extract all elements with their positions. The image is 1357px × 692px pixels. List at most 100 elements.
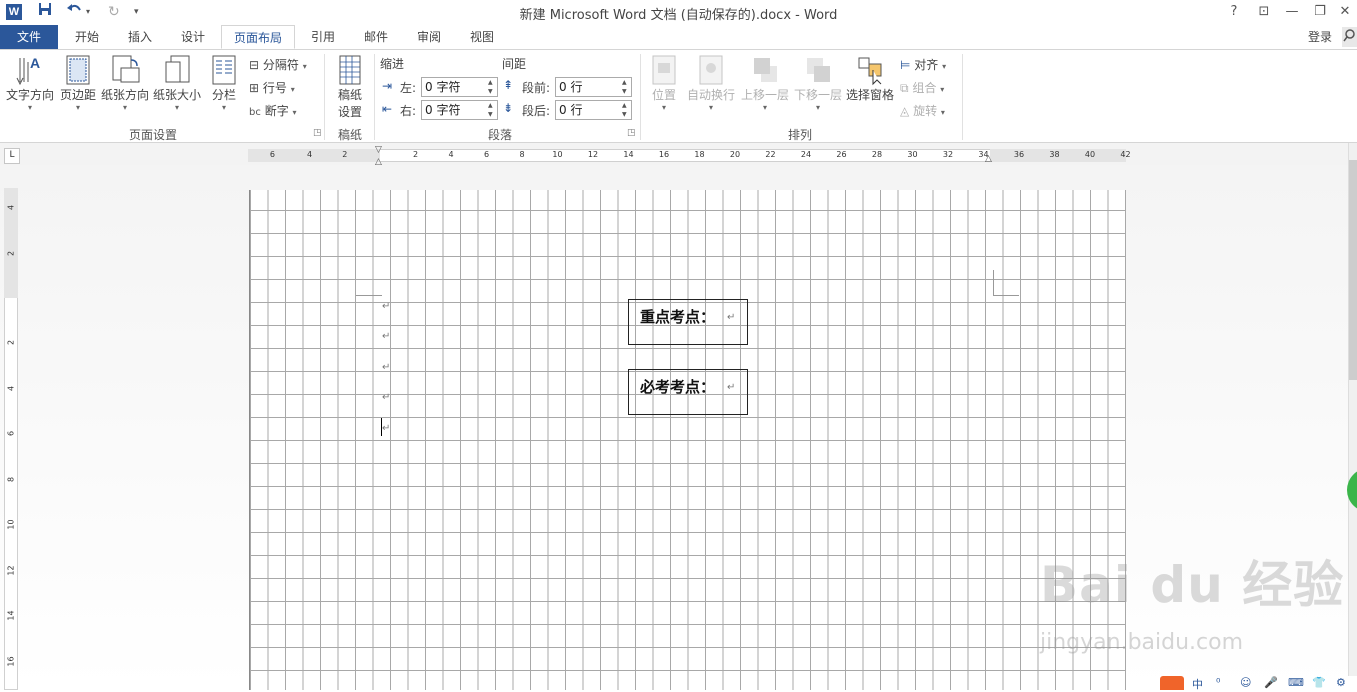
scrollbar-thumb[interactable] bbox=[1349, 160, 1357, 380]
ruler-tick-label: 12 bbox=[6, 564, 16, 576]
textbox-must-points[interactable]: 必考考点： ↵ bbox=[628, 369, 748, 415]
group-button[interactable]: ⧉ 组合 ▾ bbox=[900, 79, 944, 97]
columns-button[interactable]: 分栏 ▾ bbox=[206, 54, 242, 112]
document-page-grid[interactable] bbox=[249, 190, 1126, 690]
tab-insert[interactable]: 插入 bbox=[119, 25, 161, 49]
tab-stop-selector[interactable]: L bbox=[4, 148, 20, 164]
indent-left-input[interactable]: 0 字符 ▲ ▼ bbox=[421, 77, 498, 97]
tab-references[interactable]: 引用 bbox=[302, 25, 344, 49]
sogou-ime-icon[interactable] bbox=[1160, 676, 1184, 690]
indent-right-input[interactable]: 0 字符 ▲ ▼ bbox=[421, 100, 498, 120]
tab-file[interactable]: 文件 bbox=[0, 25, 58, 49]
ruler-tick-label: 14 bbox=[623, 150, 634, 159]
position-button[interactable]: 位置 ▾ bbox=[646, 54, 682, 112]
margins-button[interactable]: 页边距 ▾ bbox=[58, 54, 98, 112]
ime-toolbar-item[interactable]: 🎤 bbox=[1264, 676, 1278, 689]
bring-forward-button[interactable]: 上移一层 ▾ bbox=[739, 54, 791, 112]
text-direction-button[interactable]: A 文字方向 ▾ bbox=[4, 54, 56, 112]
paragraph-mark[interactable]: ↵ bbox=[382, 423, 390, 434]
breaks-label: 分隔符 bbox=[262, 58, 299, 72]
minimize-button[interactable]: — bbox=[1278, 1, 1306, 23]
page-break-icon: ⊟ bbox=[249, 58, 260, 72]
group-separator bbox=[374, 54, 375, 140]
tab-home[interactable]: 开始 bbox=[66, 25, 108, 49]
rotate-button[interactable]: ◬ 旋转 ▾ bbox=[900, 102, 945, 120]
align-button[interactable]: ⊨ 对齐 ▾ bbox=[900, 56, 946, 74]
textbox-key-points[interactable]: 重点考点： ↵ bbox=[628, 299, 748, 345]
page-setup-launcher-icon[interactable]: ◳ bbox=[313, 128, 322, 138]
ime-toolbar-item[interactable]: ⁰ bbox=[1216, 676, 1220, 689]
spinner-arrows-icon[interactable]: ▲ ▼ bbox=[488, 78, 496, 96]
manuscript-setup-label-2: 设置 bbox=[337, 105, 362, 119]
selection-pane-button[interactable]: 选择窗格 bbox=[845, 54, 895, 103]
tab-mailings[interactable]: 邮件 bbox=[355, 25, 397, 49]
margins-label: 页边距 bbox=[59, 88, 96, 102]
ruler-tick-label: 24 bbox=[800, 150, 812, 159]
chevron-down-icon: ▾ bbox=[122, 103, 127, 112]
ime-toolbar-item[interactable]: ⌨ bbox=[1288, 676, 1304, 689]
paper-size-label: 纸张大小 bbox=[152, 88, 201, 102]
paragraph-launcher-icon[interactable]: ◳ bbox=[627, 128, 636, 138]
spacing-after-label: 段后: bbox=[522, 104, 551, 118]
help-button[interactable]: ? bbox=[1220, 1, 1248, 23]
paragraph-mark[interactable]: ↵ bbox=[382, 331, 390, 342]
group-separator bbox=[962, 54, 963, 140]
ruler-tick-label: 18 bbox=[694, 150, 705, 159]
manuscript-setup-button[interactable]: 稿纸 设置 bbox=[330, 54, 370, 120]
orientation-button[interactable]: 纸张方向 ▾ bbox=[100, 54, 150, 112]
paragraph-mark[interactable]: ↵ bbox=[382, 301, 390, 312]
line-numbers-icon: ⊞ bbox=[249, 81, 260, 95]
send-backward-label: 下移一层 bbox=[793, 88, 842, 102]
ruler-tick-label: 10 bbox=[552, 150, 563, 159]
ime-toolbar-item[interactable]: ⚙ bbox=[1336, 676, 1346, 689]
wrap-text-button[interactable]: 自动换行 ▾ bbox=[684, 54, 738, 112]
hyphenation-button[interactable]: bc 断字 ▾ bbox=[249, 102, 297, 120]
search-icon[interactable] bbox=[1342, 27, 1357, 47]
ime-toolbar-item[interactable]: ☺ bbox=[1240, 676, 1251, 689]
align-label: 对齐 bbox=[914, 58, 939, 72]
tab-view[interactable]: 视图 bbox=[461, 25, 503, 49]
line-numbers-button[interactable]: ⊞ 行号 ▾ bbox=[249, 79, 295, 97]
textbox-key-points-text: 重点考点： bbox=[640, 308, 716, 326]
wrap-text-icon bbox=[697, 54, 725, 86]
spinner-arrows-icon[interactable]: ▲ ▼ bbox=[622, 78, 630, 96]
spinner-arrows-icon[interactable]: ▲ ▼ bbox=[622, 101, 630, 119]
ruler-tick-label: 20 bbox=[729, 150, 741, 159]
spacing-title: 间距 bbox=[502, 57, 527, 71]
restore-button[interactable]: ❐ bbox=[1306, 1, 1334, 23]
chevron-down-icon: ▾ bbox=[290, 85, 295, 94]
rotate-label: 旋转 bbox=[913, 104, 938, 118]
tab-page-layout[interactable]: 页面布局 bbox=[221, 25, 295, 49]
ruler-tick-label: 12 bbox=[587, 150, 599, 159]
close-button[interactable]: ✕ bbox=[1334, 1, 1356, 23]
ruler-tick-label: 40 bbox=[1084, 150, 1096, 159]
manuscript-group-label: 稿纸 bbox=[337, 128, 362, 142]
ime-toolbar-item[interactable]: 👕 bbox=[1312, 676, 1326, 689]
spacing-after-icon: ⇟ bbox=[503, 101, 514, 115]
paper-size-button[interactable]: 纸张大小 ▾ bbox=[152, 54, 202, 112]
ruler-tick-label: 42 bbox=[1120, 150, 1131, 159]
spacing-after-input[interactable]: 0 行 ▲ ▼ bbox=[555, 100, 632, 120]
breaks-button[interactable]: ⊟ 分隔符 ▾ bbox=[249, 56, 307, 74]
first-line-indent-marker[interactable]: ▽ bbox=[375, 145, 382, 155]
paragraph-mark: ↵ bbox=[727, 312, 736, 323]
chevron-down-icon: ▾ bbox=[292, 108, 297, 117]
chevron-down-icon: ▾ bbox=[942, 62, 947, 71]
indent-right-icon: ⇤ bbox=[382, 102, 393, 116]
spinner-arrows-icon[interactable]: ▲ ▼ bbox=[488, 101, 496, 119]
selection-pane-label: 选择窗格 bbox=[845, 88, 894, 102]
ruler-tick-label: 6 bbox=[269, 150, 275, 159]
group-label: 组合 bbox=[912, 81, 937, 95]
ruler-tick-label: 10 bbox=[6, 519, 16, 530]
spacing-before-input[interactable]: 0 行 ▲ ▼ bbox=[555, 77, 632, 97]
tab-review[interactable]: 审阅 bbox=[408, 25, 450, 49]
tab-design[interactable]: 设计 bbox=[172, 25, 214, 49]
paragraph-group-label: 段落 bbox=[487, 128, 512, 142]
position-label: 位置 bbox=[651, 88, 676, 102]
paragraph-mark[interactable]: ↵ bbox=[382, 392, 390, 403]
send-backward-button[interactable]: 下移一层 ▾ bbox=[792, 54, 844, 112]
ribbon-display-options-button[interactable]: ⊡ bbox=[1250, 1, 1278, 23]
login-link[interactable]: 登录 bbox=[1308, 25, 1332, 49]
group-separator bbox=[640, 54, 641, 140]
paragraph-mark[interactable]: ↵ bbox=[382, 362, 390, 373]
